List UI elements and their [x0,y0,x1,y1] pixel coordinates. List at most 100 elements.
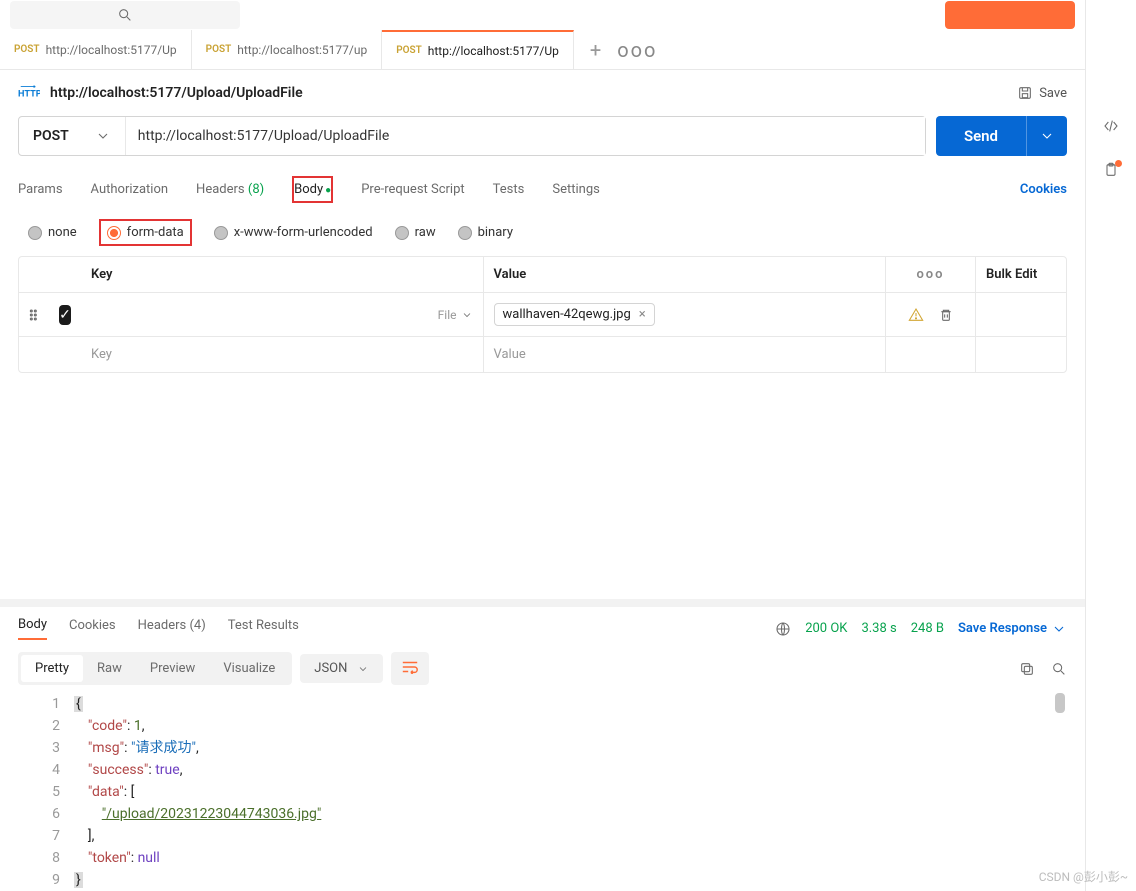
response-body: 1 2 3 4 5 6 7 8 9 { "code": 1, "msg": "请… [18,693,1067,891]
clipboard-button[interactable] [1103,162,1119,182]
bulk-edit-button[interactable]: Bulk Edit [976,257,1066,292]
global-search-box[interactable] [10,1,240,29]
code-icon[interactable] [1103,118,1119,134]
warning-icon [908,307,924,323]
chevron-down-icon [357,663,369,675]
view-raw[interactable]: Raw [83,655,136,682]
view-visualize[interactable]: Visualize [209,655,289,682]
table-header: Key Value ooo Bulk Edit [19,257,1066,293]
format-select[interactable]: JSON [300,654,383,683]
tab-actions: + ooo [574,30,674,69]
radio-icon [214,226,228,240]
resp-tab-headers[interactable]: Headers (4) [138,618,206,639]
chevron-down-icon [461,309,473,321]
status-code: 200 OK [805,621,847,636]
send-button[interactable]: Send [936,116,1067,156]
delete-icon[interactable] [938,307,954,323]
header-key: Key [81,257,484,292]
add-tab-button[interactable]: + [590,38,601,62]
response-tabs: Body Cookies Headers (4) Test Results 20… [18,607,1067,644]
save-label: Save [1039,86,1067,101]
body-type-raw[interactable]: raw [395,225,436,240]
tab-more-button[interactable]: ooo [617,38,657,62]
search-icon[interactable] [1051,661,1067,677]
view-preview[interactable]: Preview [136,655,209,682]
body-type-xwww[interactable]: x-www-form-urlencoded [214,225,373,240]
tab-prerequest[interactable]: Pre-request Script [361,178,464,201]
drag-handle-icon[interactable] [26,307,42,323]
tab-title: http://localhost:5177/up [237,43,367,57]
key-cell[interactable]: File [81,293,484,336]
response-view-controls: Pretty Raw Preview Visualize JSON [18,644,1067,693]
columns-more-button[interactable]: ooo [916,267,944,282]
wrap-icon [401,660,419,674]
method-select[interactable]: POST [19,117,126,155]
status-size: 248 B [911,621,944,636]
tab-request-3[interactable]: POST http://localhost:5177/Up [382,30,574,69]
code-content[interactable]: { "code": 1, "msg": "请求成功", "success": t… [74,693,1067,891]
body-type-form-data[interactable]: form-data [99,219,192,246]
tab-headers[interactable]: Headers (8) [196,178,264,201]
radio-icon [107,226,121,240]
send-dropdown[interactable] [1026,116,1067,156]
file-name: wallhaven-42qewg.jpg [503,307,631,322]
url-box: POST [18,116,926,156]
view-pretty[interactable]: Pretty [21,655,83,682]
tab-params[interactable]: Params [18,178,63,201]
value-cell[interactable]: wallhaven-42qewg.jpg × [484,293,887,336]
chevron-down-icon [1051,621,1067,637]
header-value: Value [484,257,887,292]
form-data-table: Key Value ooo Bulk Edit ✓ File [18,256,1067,373]
body-type-none[interactable]: none [28,225,77,240]
notification-dot [1115,160,1122,167]
svg-text:HTTP: HTTP [18,90,40,100]
save-response-button[interactable]: Save Response [958,621,1067,637]
request-sub-tabs: Params Authorization Headers (8) Body● P… [18,172,1067,213]
row-enable-checkbox[interactable]: ✓ [59,305,71,325]
http-icon: HTTP [18,84,40,102]
tab-request-1[interactable]: POST http://localhost:5177/Up [0,30,192,69]
wrap-lines-button[interactable] [391,652,429,685]
tab-authorization[interactable]: Authorization [91,178,169,201]
url-input[interactable] [126,117,925,155]
remove-file-button[interactable]: × [639,307,646,322]
tab-request-2[interactable]: POST http://localhost:5177/up [192,30,383,69]
cookies-link[interactable]: Cookies [1020,182,1067,197]
view-mode-tabs: Pretty Raw Preview Visualize [18,652,292,685]
url-bar: POST Send [18,116,1067,156]
response-actions [1019,661,1067,677]
key-input[interactable]: Key [81,337,484,372]
scrollbar[interactable] [1055,693,1065,713]
body-changed-dot: ● [325,185,331,196]
resp-tab-tests[interactable]: Test Results [228,618,299,639]
tab-method: POST [14,44,40,55]
pane-separator[interactable] [0,599,1085,607]
line-gutter: 1 2 3 4 5 6 7 8 9 [18,693,74,891]
top-toolbar [0,0,1085,30]
value-input[interactable]: Value [484,337,887,372]
save-button[interactable]: Save [1017,85,1067,101]
search-icon [117,7,133,23]
tab-title: http://localhost:5177/Up [428,44,559,58]
radio-icon [28,226,42,240]
save-icon [1017,85,1033,101]
chevron-down-icon [95,128,111,144]
copy-icon[interactable] [1019,661,1035,677]
request-tabs-bar: POST http://localhost:5177/Up POST http:… [0,30,1085,70]
tab-body[interactable]: Body● [292,176,333,203]
radio-icon [458,226,472,240]
globe-icon[interactable] [775,621,791,637]
tab-method: POST [396,45,422,56]
tab-method: POST [206,44,232,55]
chevron-down-icon [1039,128,1055,144]
key-type-select[interactable]: File [438,308,473,322]
resp-tab-cookies[interactable]: Cookies [69,618,116,639]
response-status-area: 200 OK 3.38 s 248 B Save Response [775,621,1067,637]
tab-settings[interactable]: Settings [552,178,599,201]
upgrade-button[interactable] [945,1,1075,29]
body-type-binary[interactable]: binary [458,225,513,240]
tab-tests[interactable]: Tests [493,178,525,201]
right-sidebar [1086,0,1136,891]
resp-tab-body[interactable]: Body [18,617,47,640]
request-title-row: HTTP http://localhost:5177/Upload/Upload… [18,84,1067,102]
